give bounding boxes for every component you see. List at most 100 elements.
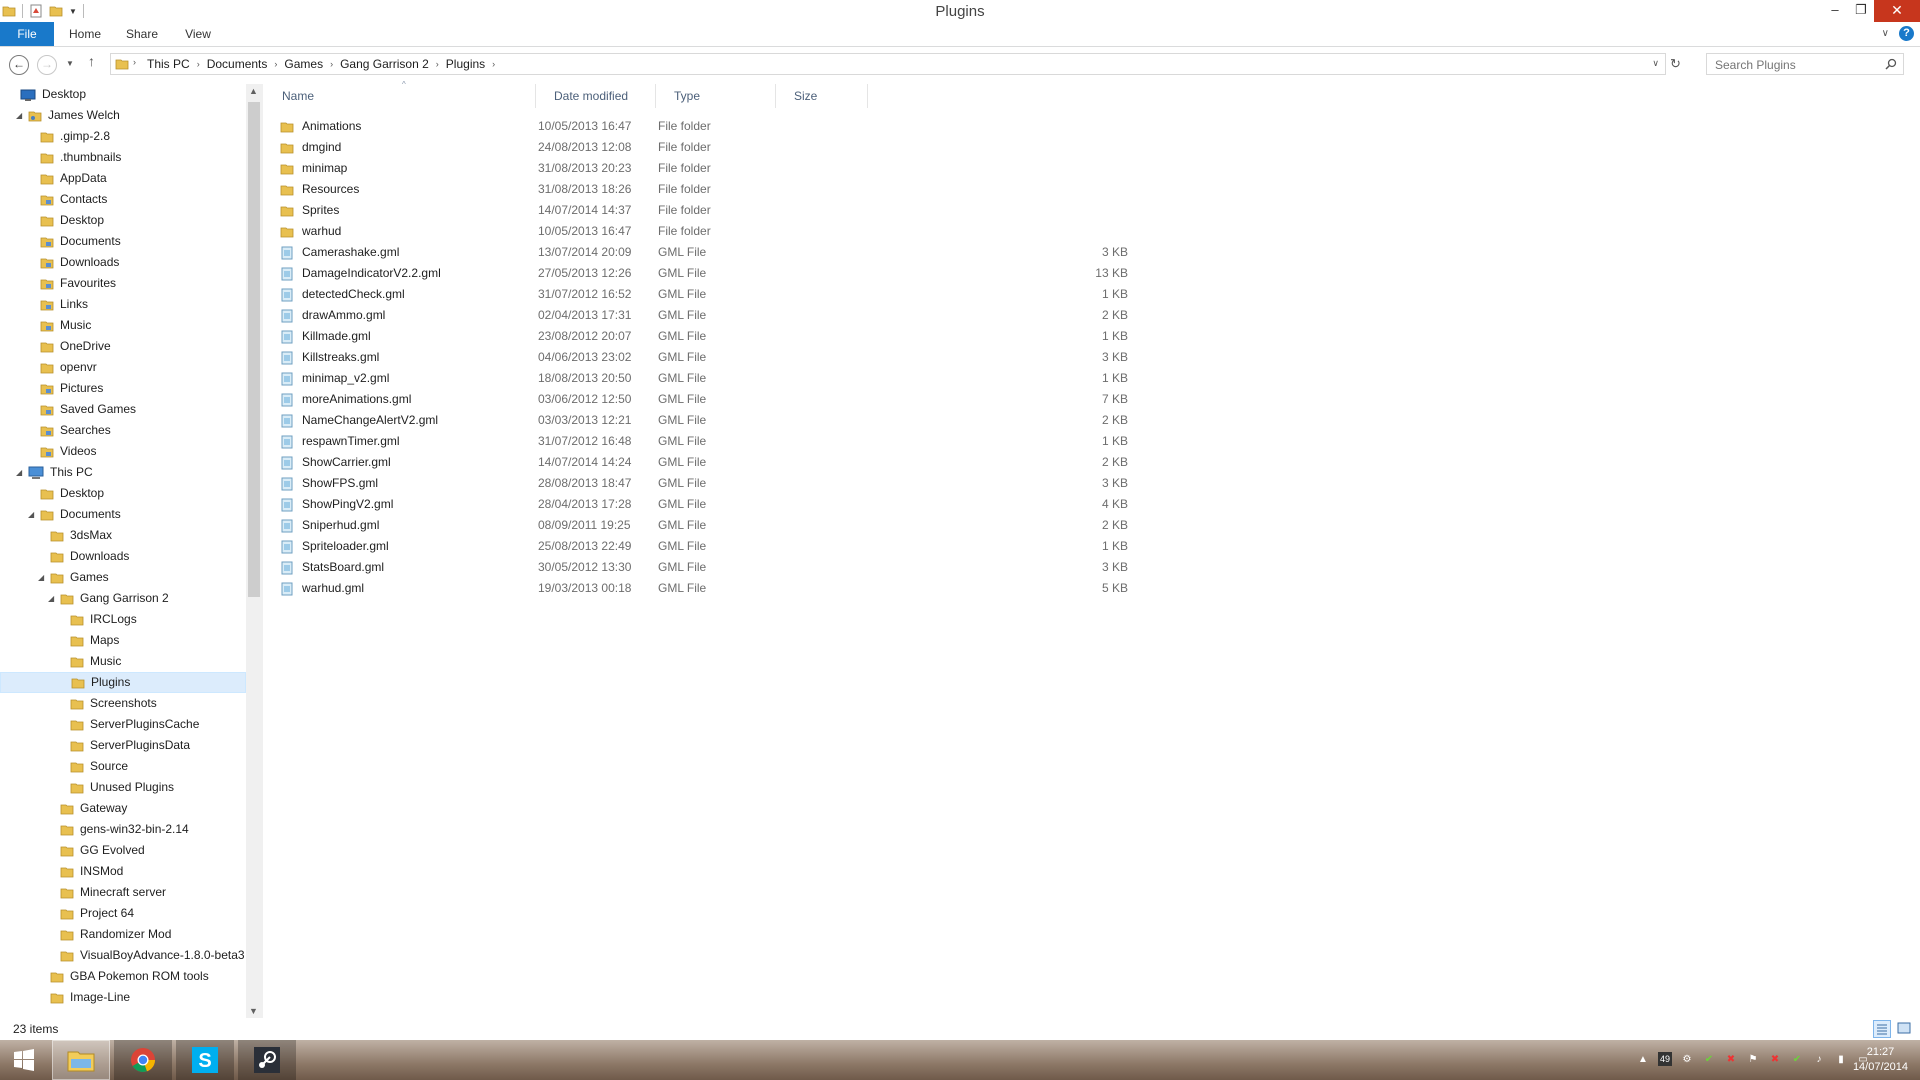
steam-tray-icon[interactable]: ⚙ <box>1680 1052 1694 1066</box>
large-icons-view-button[interactable] <box>1896 1020 1914 1038</box>
nav-tree-item[interactable]: ◢ Documents <box>28 504 121 525</box>
nav-tree-item[interactable]: Music <box>40 315 91 336</box>
expand-ribbon-chevron-icon[interactable]: ∨ <box>1882 28 1889 39</box>
nav-tree-item[interactable]: Favourites <box>40 273 116 294</box>
security-check-icon[interactable]: ✔ <box>1702 1052 1716 1066</box>
breadcrumb-gang-garrison-2[interactable]: Gang Garrison 2 <box>340 57 429 71</box>
taskbar-steam[interactable] <box>238 1040 296 1080</box>
nav-tree-item[interactable]: ◢ Gang Garrison 2 <box>48 588 169 609</box>
nav-tree-item[interactable]: Saved Games <box>40 399 136 420</box>
nav-tree-item[interactable]: Pictures <box>40 378 103 399</box>
nav-tree-item[interactable]: Image-Line <box>50 987 130 1008</box>
file-row[interactable]: DamageIndicatorV2.2.gml 27/05/2013 12:26 G… <box>278 263 1128 284</box>
nav-tree-item[interactable]: Source <box>70 756 128 777</box>
file-row[interactable]: Camerashake.gml 13/07/2014 20:09 GML File 3… <box>278 242 1128 263</box>
nav-tree-item[interactable]: Plugins <box>0 672 246 693</box>
file-row[interactable]: ShowFPS.gml 28/08/2013 18:47 GML File 3 KB <box>278 473 1128 494</box>
tray-app-badge-icon[interactable]: 49 <box>1658 1052 1672 1066</box>
search-box[interactable] <box>1706 53 1904 75</box>
nav-tree-item[interactable]: Links <box>40 294 88 315</box>
nav-tree-item[interactable]: Unused Plugins <box>70 777 174 798</box>
file-row[interactable]: Spriteloader.gml 25/08/2013 22:49 GML File… <box>278 536 1128 557</box>
volume-icon[interactable]: ♪ <box>1812 1052 1826 1066</box>
file-row[interactable]: NameChangeAlertV2.gml 03/03/2013 12:21 GML… <box>278 410 1128 431</box>
file-row[interactable]: Sprites 14/07/2014 14:37 File folder <box>278 200 1128 221</box>
nav-tree-item[interactable]: gens-win32-bin-2.14 <box>60 819 189 840</box>
taskbar-file-explorer[interactable] <box>52 1040 110 1080</box>
breadcrumb-chevron-icon[interactable]: › <box>330 59 333 69</box>
file-row[interactable]: warhud 10/05/2013 16:47 File folder <box>278 221 1128 242</box>
help-icon[interactable]: ? <box>1899 26 1914 41</box>
column-header-type[interactable]: Type <box>656 84 776 108</box>
nav-tree-item[interactable]: .thumbnails <box>40 147 121 168</box>
nav-tree-item[interactable]: ◢ James Welch <box>16 105 120 126</box>
nav-tree-item[interactable]: GG Evolved <box>60 840 145 861</box>
nav-tree-item[interactable]: ◢ This PC <box>16 462 93 483</box>
nav-tree-item[interactable]: Documents <box>40 231 121 252</box>
breadcrumb-chevron-icon[interactable]: › <box>197 59 200 69</box>
expand-toggle-icon[interactable]: ◢ <box>16 105 22 126</box>
nav-tree-item[interactable]: INSMod <box>60 861 123 882</box>
file-row[interactable]: Killstreaks.gml 04/06/2013 23:02 GML File 3… <box>278 347 1128 368</box>
tab-share[interactable]: Share <box>118 22 166 46</box>
file-row[interactable]: minimap_v2.gml 18/08/2013 20:50 GML File 1 … <box>278 368 1128 389</box>
expand-toggle-icon[interactable]: ◢ <box>28 504 34 525</box>
breadcrumb-chevron-icon[interactable]: › <box>274 59 277 69</box>
search-input[interactable] <box>1713 57 1877 73</box>
nav-tree-item[interactable]: .gimp-2.8 <box>40 126 110 147</box>
file-row[interactable]: Killmade.gml 23/08/2012 20:07 GML File 1 KB <box>278 326 1128 347</box>
nav-tree-item[interactable]: openvr <box>40 357 97 378</box>
nav-tree-item[interactable]: Project 64 <box>60 903 134 924</box>
action-center-flag-icon[interactable]: ⚑ <box>1746 1052 1760 1066</box>
nav-tree-item[interactable]: VisualBoyAdvance-1.8.0-beta3 <box>60 945 245 966</box>
nav-tree-item[interactable]: ◢ Games <box>38 567 109 588</box>
nav-tree-item[interactable]: Music <box>70 651 121 672</box>
breadcrumb-chevron-icon[interactable]: › <box>492 59 495 69</box>
up-arrow-icon[interactable]: ↑ <box>88 53 95 69</box>
tab-home[interactable]: Home <box>64 22 106 46</box>
nav-tree-item[interactable]: OneDrive <box>40 336 111 357</box>
file-row[interactable]: minimap 31/08/2013 20:23 File folder <box>278 158 1128 179</box>
nav-tree-item[interactable]: 3dsMax <box>50 525 112 546</box>
nav-tree-item[interactable]: GBA Pokemon ROM tools <box>50 966 209 987</box>
refresh-icon[interactable]: ↻ <box>1670 56 1681 72</box>
file-row[interactable]: respawnTimer.gml 31/07/2012 16:48 GML File… <box>278 431 1128 452</box>
nav-tree-item[interactable]: Searches <box>40 420 111 441</box>
file-row[interactable]: detectedCheck.gml 31/07/2012 16:52 GML Fil… <box>278 284 1128 305</box>
expand-toggle-icon[interactable]: ◢ <box>38 567 44 588</box>
breadcrumb-this-pc[interactable]: This PC <box>147 57 190 71</box>
column-header-size[interactable]: Size <box>776 84 868 108</box>
nav-tree-item[interactable]: Randomizer Mod <box>60 924 171 945</box>
clock[interactable]: 21:27 14/07/2014 <box>1853 1045 1908 1075</box>
back-button[interactable]: ← <box>9 55 29 75</box>
search-icon[interactable] <box>1885 58 1897 70</box>
breadcrumb-documents[interactable]: Documents <box>207 57 268 71</box>
details-view-button[interactable] <box>1873 1020 1891 1038</box>
nav-tree-item[interactable]: Downloads <box>50 546 129 567</box>
navigation-scrollbar[interactable]: ▲ ▼ <box>246 84 263 1018</box>
file-row[interactable]: ShowPingV2.gml 28/04/2013 17:28 GML File 4 … <box>278 494 1128 515</box>
nav-tree-item[interactable]: IRCLogs <box>70 609 137 630</box>
network-bars-icon[interactable]: ▮ <box>1834 1052 1848 1066</box>
nav-tree-item[interactable]: Videos <box>40 441 96 462</box>
file-row[interactable]: Animations 10/05/2013 16:47 File folder <box>278 116 1128 137</box>
taskbar-skype[interactable]: S <box>176 1040 234 1080</box>
nav-tree-item[interactable]: Screenshots <box>70 693 157 714</box>
nav-tree-item[interactable]: Desktop <box>40 483 104 504</box>
breadcrumb-chevron-icon[interactable]: › <box>133 57 136 67</box>
address-bar[interactable]: › This PC › Documents › Games › Gang Gar… <box>110 53 1666 75</box>
nav-tree-item[interactable]: AppData <box>40 168 107 189</box>
nav-tree-item[interactable]: Gateway <box>60 798 127 819</box>
column-header-date-modified[interactable]: Date modified <box>536 84 656 108</box>
breadcrumb-games[interactable]: Games <box>284 57 323 71</box>
taskbar-chrome[interactable] <box>114 1040 172 1080</box>
start-button[interactable] <box>0 1040 48 1080</box>
expand-toggle-icon[interactable]: ◢ <box>48 588 54 609</box>
update-icon[interactable]: ✔ <box>1790 1052 1804 1066</box>
column-header-name[interactable]: Name <box>264 84 536 108</box>
expand-toggle-icon[interactable]: ◢ <box>16 462 22 483</box>
close-button[interactable]: ✕ <box>1874 0 1920 22</box>
nav-tree-item[interactable]: Maps <box>70 630 119 651</box>
network-warning-icon[interactable]: ✖ <box>1768 1052 1782 1066</box>
file-row[interactable]: Resources 31/08/2013 18:26 File folder <box>278 179 1128 200</box>
